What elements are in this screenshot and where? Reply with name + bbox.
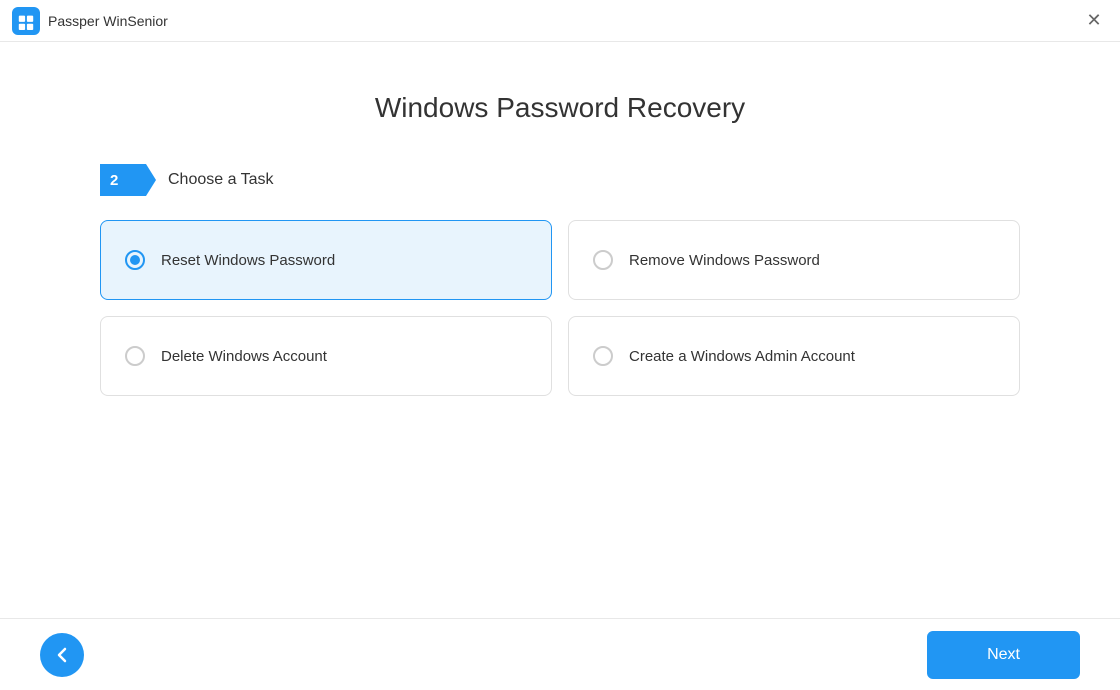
- option-delete[interactable]: Delete Windows Account: [100, 316, 552, 396]
- option-remove[interactable]: Remove Windows Password: [568, 220, 1020, 300]
- option-remove-label: Remove Windows Password: [629, 252, 820, 269]
- option-reset-label: Reset Windows Password: [161, 252, 335, 269]
- app-icon: [12, 7, 40, 35]
- step-badge: 2: [100, 164, 156, 196]
- step-label: Choose a Task: [168, 171, 274, 189]
- radio-inner-reset: [130, 255, 140, 265]
- app-title: Passper WinSenior: [48, 13, 168, 29]
- page-title: Windows Password Recovery: [375, 92, 745, 124]
- options-grid: Reset Windows Password Remove Windows Pa…: [100, 220, 1020, 396]
- option-delete-label: Delete Windows Account: [161, 348, 327, 365]
- title-bar-left: Passper WinSenior: [12, 7, 168, 35]
- option-reset[interactable]: Reset Windows Password: [100, 220, 552, 300]
- step-indicator: 2 Choose a Task: [100, 164, 1020, 196]
- back-button[interactable]: [40, 633, 84, 677]
- title-bar: Passper WinSenior ✕: [0, 0, 1120, 42]
- radio-reset: [125, 250, 145, 270]
- radio-delete: [125, 346, 145, 366]
- footer: Next: [0, 618, 1120, 690]
- main-content: Windows Password Recovery 2 Choose a Tas…: [0, 42, 1120, 618]
- next-button[interactable]: Next: [927, 631, 1080, 679]
- option-create[interactable]: Create a Windows Admin Account: [568, 316, 1020, 396]
- radio-create: [593, 346, 613, 366]
- option-create-label: Create a Windows Admin Account: [629, 348, 855, 365]
- radio-remove: [593, 250, 613, 270]
- close-button[interactable]: ✕: [1080, 7, 1108, 35]
